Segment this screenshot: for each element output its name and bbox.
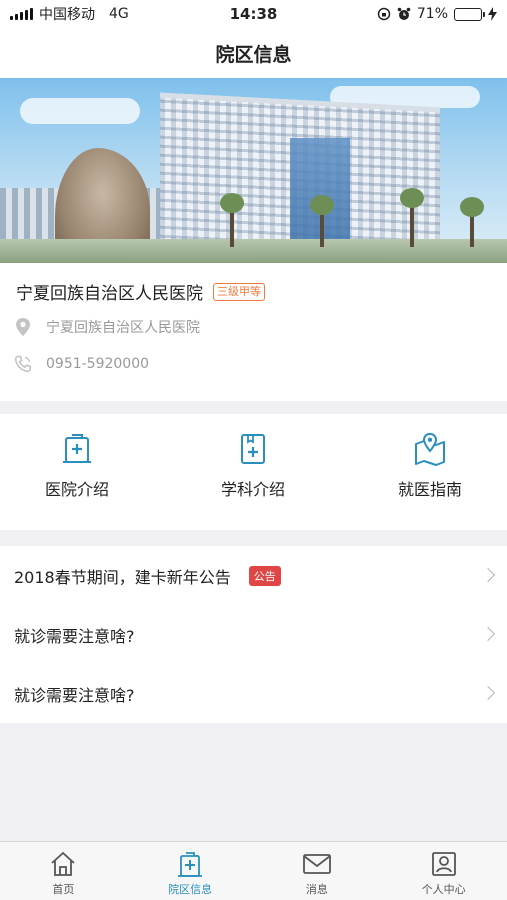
hospital-intro-button[interactable]: 医院介绍 [17, 432, 137, 500]
department-intro-label: 学科介绍 [220, 480, 285, 499]
tab-messages-label: 消息 [305, 883, 328, 896]
hospital-intro-icon [63, 434, 91, 463]
battery-percent: 71% [416, 6, 448, 22]
hospital-phone: 0951-5920000 [46, 356, 150, 372]
home-icon [51, 852, 75, 876]
hospital-banner-image [0, 78, 507, 263]
status-right: 71% [377, 6, 497, 22]
announcement-badge: 公告 [248, 565, 281, 586]
status-left: 中国移动 4G [10, 4, 129, 24]
tab-home[interactable]: 首页 [0, 842, 127, 900]
chevron-right-icon [480, 626, 496, 641]
profile-icon [431, 852, 456, 876]
tab-messages[interactable]: 消息 [254, 842, 381, 900]
notice-list: 2018春节期间，建卡新年公告 公告 就诊需要注意啥? 就诊需要注意啥? [0, 546, 507, 723]
charging-bolt-icon [488, 7, 497, 21]
notice-item[interactable]: 2018春节期间，建卡新年公告 公告 [0, 546, 507, 605]
notice-title: 就诊需要注意啥? [14, 626, 135, 646]
department-intro-icon [241, 434, 265, 464]
nav-bar: 院区信息 [0, 28, 507, 78]
tab-campus-info[interactable]: 院区信息 [127, 842, 254, 900]
campus-icon [178, 852, 203, 877]
notice-title: 2018春节期间，建卡新年公告 [14, 567, 231, 587]
address-row[interactable]: 宁夏回族自治区人民医院 [14, 317, 200, 337]
battery-icon [454, 7, 485, 21]
department-intro-button[interactable]: 学科介绍 [193, 432, 313, 500]
map-guide-icon [415, 432, 445, 466]
rotation-lock-icon [377, 7, 391, 21]
mail-icon [302, 854, 331, 874]
carrier-label: 中国移动 [39, 7, 95, 23]
chevron-right-icon [480, 685, 496, 700]
page-title: 院区信息 [215, 43, 292, 66]
hospital-name-row: 宁夏回族自治区人民医院 三级甲等 [16, 279, 265, 304]
phone-row[interactable]: 0951-5920000 [14, 355, 149, 373]
hospital-grade-badge: 三级甲等 [213, 282, 265, 301]
notice-title: 就诊需要注意啥? [14, 685, 135, 705]
notice-item[interactable]: 就诊需要注意啥? [0, 605, 507, 664]
tab-profile[interactable]: 个人中心 [380, 842, 507, 900]
alarm-icon [397, 7, 411, 20]
chevron-right-icon [480, 567, 496, 582]
location-pin-icon [16, 318, 30, 336]
hospital-intro-label: 医院介绍 [44, 480, 109, 499]
hospital-info-card: 宁夏回族自治区人民医院 三级甲等 宁夏回族自治区人民医院 0951-592000… [0, 263, 507, 401]
phone-icon [14, 355, 32, 373]
quick-links-panel: 医院介绍 学科介绍 就医指南 [0, 414, 507, 530]
status-bar: 中国移动 4G 14:38 71% [0, 0, 507, 28]
bottom-tab-bar: 首页 院区信息 消息 个人中心 [0, 841, 507, 900]
tab-profile-label: 个人中心 [421, 883, 466, 896]
hospital-name: 宁夏回族自治区人民医院 [16, 284, 203, 304]
tab-campus-info-label: 院区信息 [168, 883, 213, 896]
medical-guide-label: 就医指南 [397, 480, 462, 499]
tab-home-label: 首页 [52, 883, 75, 896]
notice-item[interactable]: 就诊需要注意啥? [0, 664, 507, 723]
network-label: 4G [109, 6, 129, 22]
medical-guide-button[interactable]: 就医指南 [370, 432, 490, 500]
hospital-address: 宁夏回族自治区人民医院 [46, 320, 200, 336]
signal-icon [10, 8, 33, 20]
